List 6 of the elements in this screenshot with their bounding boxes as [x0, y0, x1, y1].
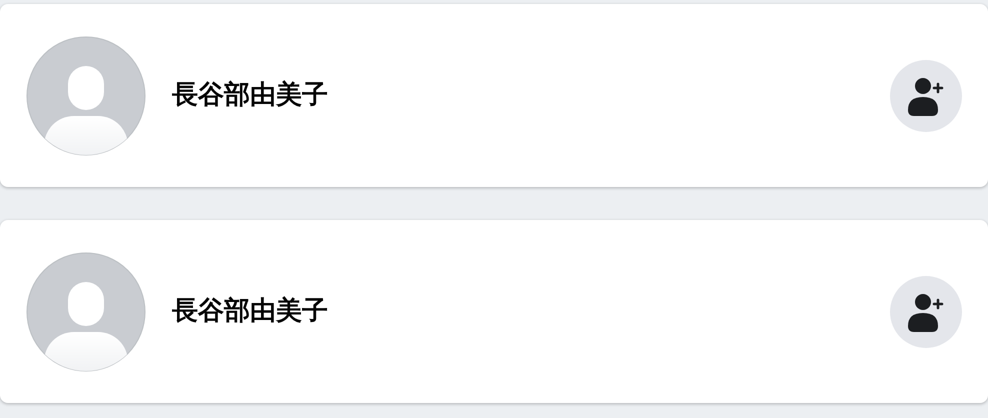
- avatar-icon: [26, 36, 146, 156]
- person-name: 長谷部由美子: [172, 79, 329, 112]
- add-person-icon: [908, 292, 944, 332]
- avatar-icon: [26, 252, 146, 372]
- person-name: 長谷部由美子: [172, 295, 329, 328]
- add-person-icon: [908, 76, 944, 116]
